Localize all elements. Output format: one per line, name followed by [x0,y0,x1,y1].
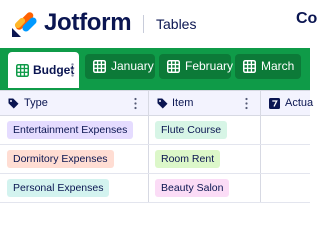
app-header: Jotform Tables Co [0,0,317,48]
column-header-item[interactable]: Item [149,91,260,117]
tab-label: Budget [33,63,75,77]
brand-name[interactable]: Jotform [44,8,132,38]
item-tag[interactable]: Room Rent [155,150,221,168]
column-header-type[interactable]: Type [0,91,148,117]
tab-february[interactable]: February [159,54,234,79]
type-tag[interactable]: Entertainment Expenses [7,121,134,139]
number-icon [269,98,280,109]
table-row[interactable]: Entertainment Expenses Flute Course [0,116,310,145]
column-header-label: Item [172,97,194,109]
column-header-actual[interactable]: Actua [261,91,314,117]
table-row[interactable]: Dormitory Expenses Room Rent [0,145,310,174]
tab-label: March [261,59,295,73]
column-menu-icon[interactable] [134,97,137,110]
tag-icon [8,98,19,109]
type-tag[interactable]: Dormitory Expenses [7,150,114,168]
column-header-label: Actua [285,97,314,109]
table-header: Type Item Actua [0,90,314,117]
table-icon [16,64,29,77]
type-tag[interactable]: Personal Expenses [7,179,110,197]
column-header-label: Type [24,97,48,109]
item-tag[interactable]: Beauty Salon [155,179,230,197]
table-icon [243,60,256,73]
tab-budget[interactable]: Budget [8,52,79,88]
item-tag[interactable]: Flute Course [155,121,228,139]
table-title[interactable]: Co [296,10,317,28]
jotform-logo-icon[interactable] [10,9,40,39]
table-icon [167,60,180,73]
table-icon [93,60,106,73]
column-menu-icon[interactable] [245,97,248,110]
tag-icon [157,98,168,109]
tab-label: February [185,59,234,73]
table-row[interactable]: Personal Expenses Beauty Salon [0,174,310,203]
tab-label: January [111,59,154,73]
app-name: Tables [156,16,197,32]
tab-march[interactable]: March [235,54,301,79]
tab-january[interactable]: January [85,54,155,79]
sheet-tab-bar: Budget January February March [0,48,310,90]
header-divider [143,15,144,33]
tab-menu-icon[interactable] [71,62,74,78]
